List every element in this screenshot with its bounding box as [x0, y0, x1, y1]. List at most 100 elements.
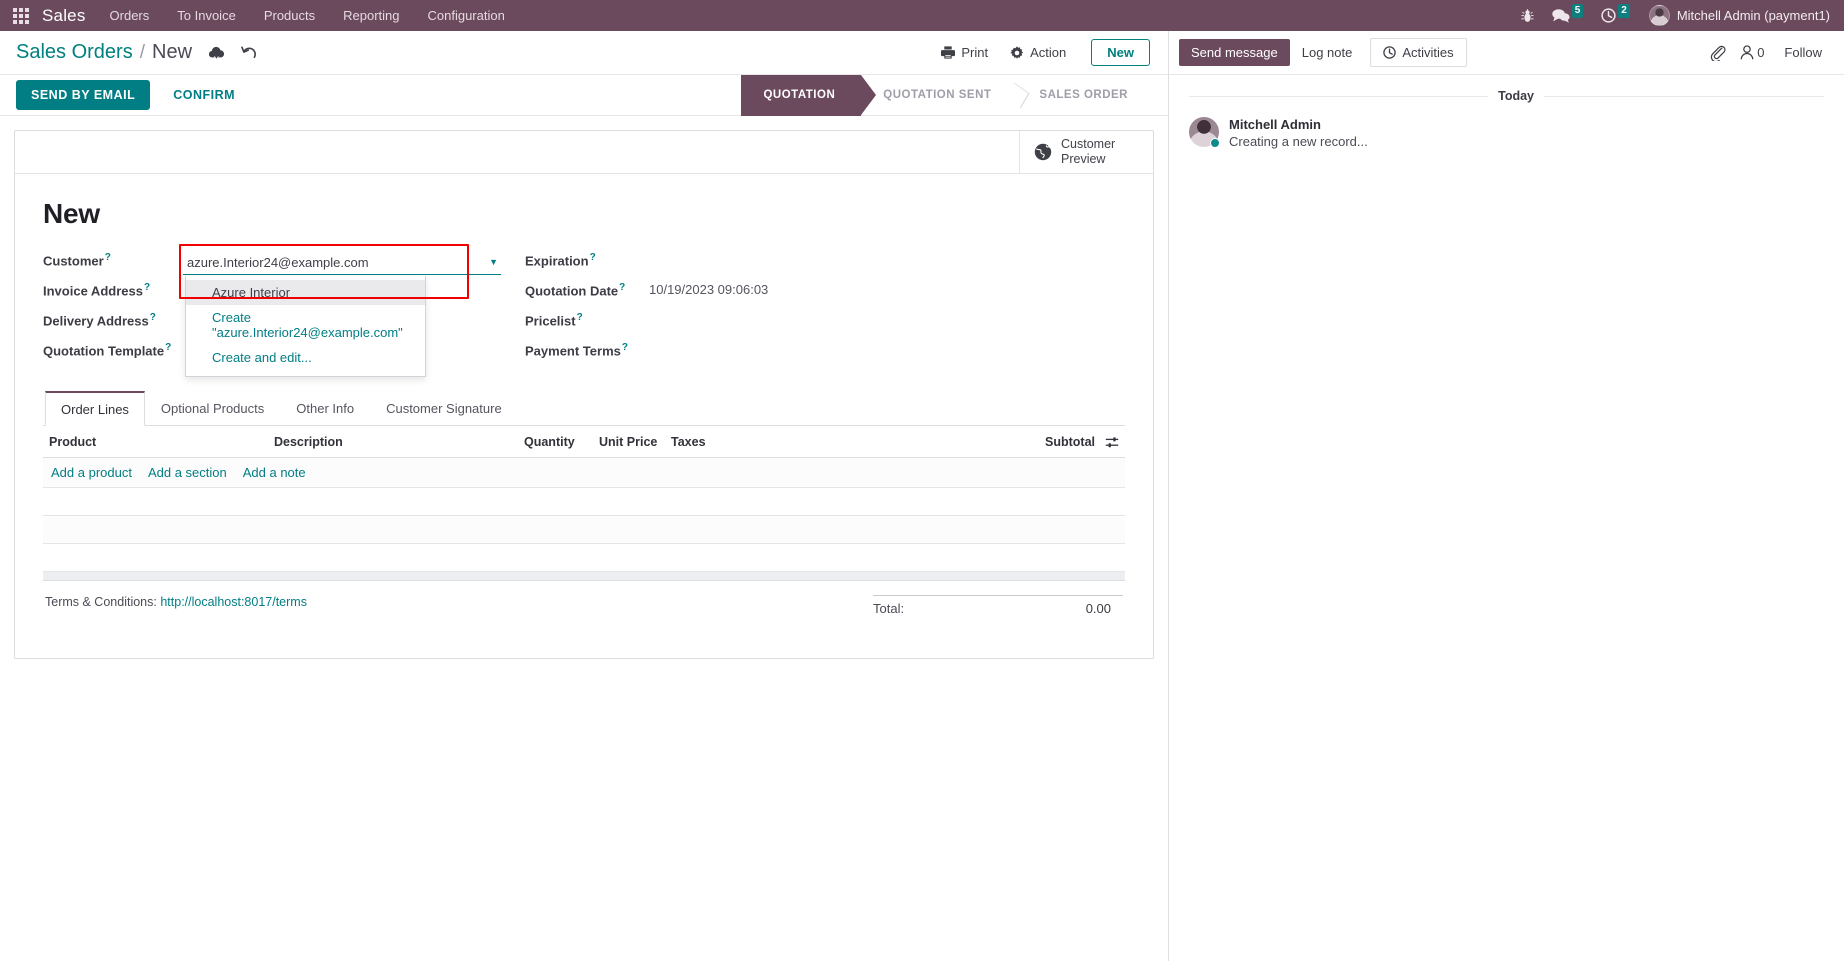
breadcrumb-separator: /	[139, 42, 145, 63]
field-value-expiration[interactable]	[649, 248, 983, 270]
add-a-note-link[interactable]: Add a note	[243, 465, 306, 480]
field-label-delivery-address: Delivery Address?	[43, 312, 156, 329]
help-tooltip-icon[interactable]: ?	[150, 312, 156, 323]
messages-systray[interactable]: 5	[1543, 0, 1593, 31]
field-label-expiration: Expiration?	[525, 252, 596, 269]
form-sheet-inner: New Customer? azure.Interior24@example.c…	[15, 174, 1153, 658]
cloud-upload-icon[interactable]	[208, 46, 225, 60]
add-line-row: Add a product Add a section Add a note	[43, 457, 1125, 488]
field-label-quotation-date: Quotation Date?	[525, 282, 626, 299]
navmenu-to-invoice[interactable]: To Invoice	[163, 0, 250, 31]
field-row-customer: Customer? ▼	[43, 244, 513, 377]
activities-systray[interactable]: 2	[1592, 0, 1639, 31]
stage-quotation[interactable]: QUOTATION	[741, 74, 877, 116]
total-row: Total: 0.00	[873, 595, 1123, 620]
customer-input[interactable]	[183, 252, 486, 274]
form-column-right: Expiration? Quotation Date? 10/19/2023 0…	[513, 248, 983, 368]
navmenu-configuration[interactable]: Configuration	[414, 0, 519, 31]
autocomplete-option-record[interactable]: Azure Interior	[186, 280, 425, 305]
tab-order-lines[interactable]: Order Lines	[45, 391, 145, 426]
field-row-pricelist: Pricelist?	[525, 308, 983, 336]
field-value-pricelist[interactable]	[649, 308, 983, 330]
stage-quotation-sent[interactable]: QUOTATION SENT	[861, 75, 1017, 116]
navmenu-reporting[interactable]: Reporting	[329, 0, 413, 31]
chatter-thread: Today Mitchell Admin Creating a new reco…	[1169, 75, 1844, 961]
col-product[interactable]: Product	[43, 426, 268, 458]
add-a-product-link[interactable]: Add a product	[51, 465, 132, 480]
help-tooltip-icon[interactable]: ?	[622, 342, 628, 353]
empty-line-row	[43, 543, 1125, 572]
col-description[interactable]: Description	[268, 426, 518, 458]
order-lines-table: Product Description Quantity Unit Price …	[43, 426, 1125, 572]
activities-button[interactable]: Activities	[1370, 38, 1467, 67]
navmenu-orders[interactable]: Orders	[96, 0, 164, 31]
paperclip-icon[interactable]	[1710, 45, 1726, 61]
new-record-button[interactable]: New	[1091, 39, 1150, 66]
breadcrumb-parent-link[interactable]: Sales Orders	[16, 41, 133, 64]
tab-customer-signature[interactable]: Customer Signature	[370, 391, 518, 426]
help-tooltip-icon[interactable]: ?	[577, 312, 583, 323]
sliders-icon[interactable]	[1105, 436, 1119, 449]
autocomplete-option-create[interactable]: Create "azure.Interior24@example.com"	[186, 305, 425, 345]
add-a-section-link[interactable]: Add a section	[148, 465, 227, 480]
help-tooltip-icon[interactable]: ?	[590, 252, 596, 263]
messages-count-badge: 5	[1571, 3, 1584, 18]
autocomplete-option-create-and-edit[interactable]: Create and edit...	[186, 345, 425, 370]
col-unit-price[interactable]: Unit Price	[593, 426, 665, 458]
field-value-quotation-date[interactable]: 10/19/2023 09:06:03	[649, 278, 983, 297]
apps-grid-icon[interactable]	[10, 5, 32, 27]
record-title: New	[43, 198, 100, 229]
field-label-payment-terms: Payment Terms?	[525, 342, 628, 359]
odoo-app-window: Sales Orders To Invoice Products Reporti…	[0, 0, 1844, 961]
navmenu-products[interactable]: Products	[250, 0, 329, 31]
confirm-button[interactable]: CONFIRM	[158, 80, 250, 110]
app-brand-sales[interactable]: Sales	[38, 6, 96, 26]
table-tail-bar	[43, 572, 1125, 581]
form-sheet: Customer Preview New Customer? azure.Int…	[14, 130, 1154, 659]
message-item: Mitchell Admin Creating a new record...	[1189, 117, 1824, 149]
follow-button[interactable]: Follow	[1778, 40, 1828, 65]
field-row-expiration: Expiration?	[525, 248, 983, 276]
followers-count-button[interactable]: 0	[1740, 45, 1764, 60]
chatter-topbar: Send message Log note Activities 0 Follo…	[1169, 31, 1844, 75]
col-quantity[interactable]: Quantity	[518, 426, 593, 458]
user-name-label: Mitchell Admin (payment1)	[1676, 8, 1830, 23]
day-separator-label: Today	[1498, 89, 1534, 103]
send-by-email-button[interactable]: SEND BY EMAIL	[16, 80, 151, 110]
terms-url-link[interactable]: http://localhost:8017/terms	[160, 595, 307, 609]
terms-label: Terms & Conditions:	[45, 595, 157, 609]
status-bar: SEND BY EMAIL CONFIRM QUOTATION QUOTATIO…	[0, 74, 1168, 116]
action-button[interactable]: Action	[1001, 40, 1075, 65]
col-taxes[interactable]: Taxes	[665, 426, 1005, 458]
print-button[interactable]: Print	[932, 40, 997, 65]
action-label: Action	[1030, 45, 1067, 60]
user-avatar	[1189, 117, 1220, 148]
totals-box: Total: 0.00	[873, 595, 1123, 620]
user-menu[interactable]: Mitchell Admin (payment1)	[1639, 5, 1834, 26]
undo-icon[interactable]	[241, 45, 257, 60]
help-tooltip-icon[interactable]: ?	[144, 282, 150, 293]
breadcrumb: Sales Orders / New	[16, 41, 192, 64]
totals-area: Terms & Conditions: http://localhost:801…	[43, 581, 1125, 650]
send-message-button[interactable]: Send message	[1179, 39, 1290, 66]
log-note-button[interactable]: Log note	[1290, 39, 1365, 66]
chevron-down-icon[interactable]: ▼	[485, 257, 501, 269]
gear-icon	[1010, 45, 1024, 59]
bug-icon[interactable]	[1512, 0, 1543, 31]
customer-autocomplete-menu: Azure Interior Create "azure.Interior24@…	[185, 276, 426, 377]
help-tooltip-icon[interactable]: ?	[165, 342, 171, 353]
tab-other-info[interactable]: Other Info	[280, 391, 370, 426]
empty-line-row	[43, 515, 1125, 544]
field-value-customer: ▼ Azure Interior Create "azure.Interior2…	[179, 244, 513, 377]
activities-count-badge: 2	[1618, 3, 1630, 18]
stage-sales-order[interactable]: SALES ORDER	[1017, 75, 1154, 116]
tab-optional-products[interactable]: Optional Products	[145, 391, 280, 426]
help-tooltip-icon[interactable]: ?	[619, 282, 625, 293]
col-subtotal[interactable]: Subtotal	[1005, 426, 1125, 458]
total-label: Total:	[873, 601, 905, 616]
customer-preview-button[interactable]: Customer Preview	[1019, 131, 1153, 173]
help-tooltip-icon[interactable]: ?	[105, 252, 111, 263]
field-value-payment-terms[interactable]	[649, 338, 983, 360]
order-lines-head: Product Description Quantity Unit Price …	[43, 426, 1125, 458]
field-label-quotation-template: Quotation Template?	[43, 342, 172, 359]
